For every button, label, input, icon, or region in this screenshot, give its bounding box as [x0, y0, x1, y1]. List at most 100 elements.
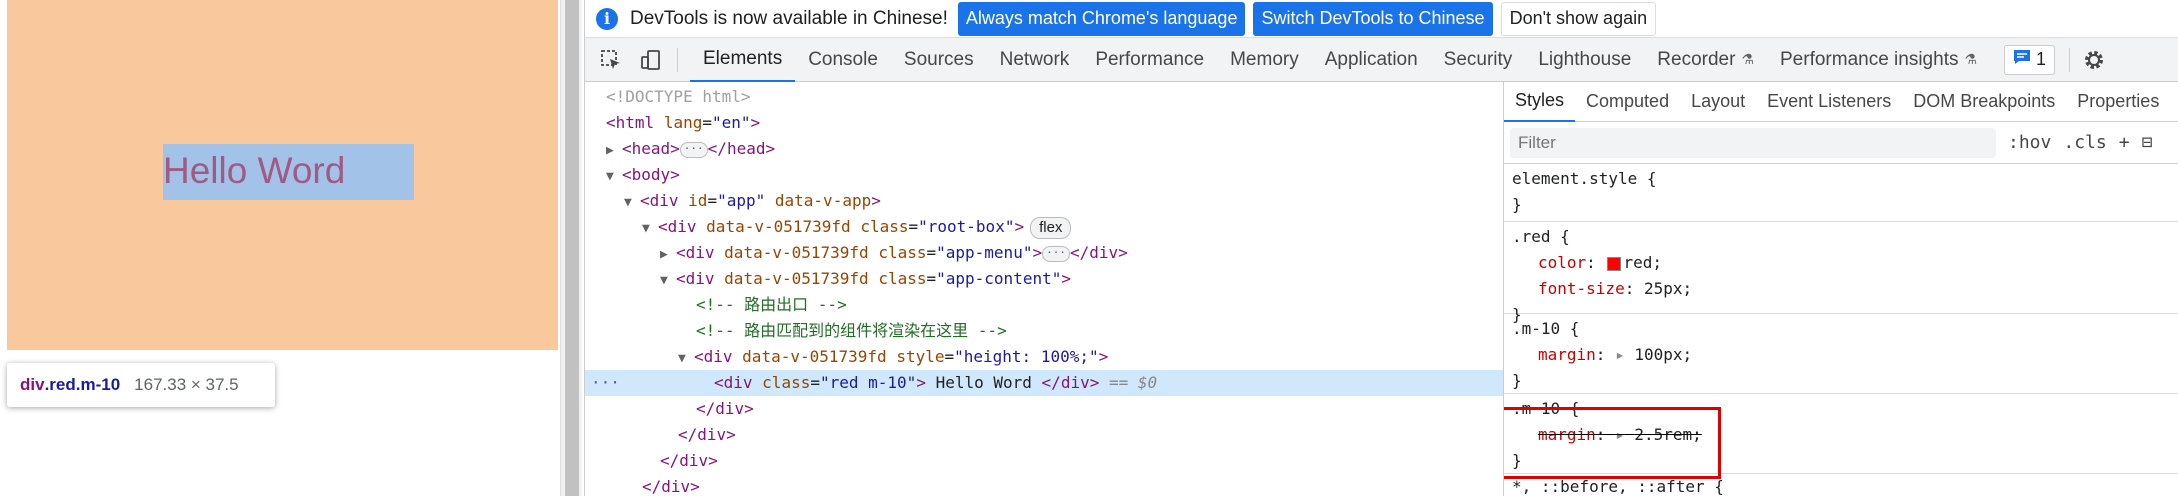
- inspect-element-icon[interactable]: [597, 46, 625, 74]
- dom-node-app-content[interactable]: ▼ <div data-v-051739fd class="app-content…: [585, 266, 1503, 292]
- expand-triangle-icon[interactable]: ▶: [606, 138, 622, 164]
- new-rule-button[interactable]: +: [2119, 132, 2130, 153]
- color-swatch[interactable]: [1607, 256, 1622, 271]
- subtab-dom-breakpoints[interactable]: DOM Breakpoints: [1902, 82, 2066, 122]
- dom-node-comment[interactable]: <!-- 路由出口 -->: [585, 292, 1503, 318]
- dom-node-app-menu[interactable]: ▶ <div data-v-051739fd class="app-menu"> ·…: [585, 240, 1503, 266]
- node-actions-dots[interactable]: ···: [591, 370, 620, 396]
- tab-application[interactable]: Application: [1312, 38, 1431, 82]
- info-icon: i: [596, 7, 618, 30]
- match-language-button[interactable]: Always match Chrome's language: [957, 1, 1246, 36]
- rule-element-style[interactable]: element.style { }: [1504, 164, 2178, 222]
- flex-badge[interactable]: flex: [1030, 217, 1072, 239]
- tab-performance-insights-label: Performance insights: [1780, 48, 1959, 70]
- div-tag: <div: [676, 243, 715, 262]
- tab-sources[interactable]: Sources: [891, 38, 987, 82]
- html-tag: <html: [606, 113, 655, 132]
- rule-m10-active[interactable]: .m-10 { margin: ▸ 100px; }: [1504, 314, 2178, 394]
- dom-node-comment[interactable]: <!-- 路由匹配到的组件将渲染在这里 -->: [585, 318, 1503, 344]
- dom-node-root-box[interactable]: ▼ <div data-v-051739fd class="root-box"> f…: [585, 214, 1503, 240]
- prop-value: 25px;: [1643, 279, 1693, 298]
- screen: Hello Word div .red.m-10 167.33 × 37.5 i …: [0, 0, 2178, 496]
- dom-node-close[interactable]: </div>: [585, 474, 1503, 496]
- subtab-computed[interactable]: Computed: [1575, 82, 1680, 122]
- attr-name: style: [896, 347, 945, 366]
- tab-memory[interactable]: Memory: [1217, 38, 1312, 82]
- hover-state-button[interactable]: :hov: [2008, 132, 2051, 153]
- settings-gear-icon[interactable]: [2080, 46, 2108, 74]
- tab-security[interactable]: Security: [1431, 38, 1526, 82]
- subtab-styles[interactable]: Styles: [1504, 82, 1576, 122]
- computed-toggle-icon[interactable]: ⊟: [2142, 132, 2153, 153]
- expand-triangle-icon[interactable]: ▸: [1615, 345, 1625, 364]
- tab-performance[interactable]: Performance: [1082, 38, 1217, 82]
- collapsed-ellipsis[interactable]: ···: [1042, 245, 1070, 262]
- collapse-triangle-icon[interactable]: ▼: [606, 164, 622, 190]
- tab-recorder[interactable]: Recorder ⚗: [1644, 38, 1767, 82]
- styles-subtabs: Styles Computed Layout Event Listeners D…: [1504, 82, 2178, 122]
- node-text: Hello Word: [925, 373, 1042, 392]
- dom-node-body[interactable]: ▼ <body>: [585, 162, 1503, 188]
- collapse-triangle-icon[interactable]: ▼: [660, 268, 676, 294]
- styles-filter-bar: :hov .cls + ⊟: [1504, 122, 2178, 164]
- collapse-triangle-icon[interactable]: ▼: [624, 190, 640, 216]
- attr-name: data-v-051739fd: [706, 217, 851, 236]
- dont-show-again-button[interactable]: Don't show again: [1500, 1, 1657, 36]
- dom-node-doctype[interactable]: <!DOCTYPE html>: [585, 84, 1503, 110]
- switch-language-button[interactable]: Switch DevTools to Chinese: [1253, 1, 1493, 36]
- div-tag: <div: [676, 269, 715, 288]
- comment-text: <!-- 路由出口 -->: [696, 295, 847, 314]
- page-scrollbar[interactable]: [560, 0, 582, 496]
- hello-text: Hello Word: [163, 150, 346, 191]
- tooltip-classes: .red.m-10: [44, 375, 121, 394]
- issues-button[interactable]: 1: [2004, 44, 2056, 75]
- subtab-layout[interactable]: Layout: [1680, 82, 1756, 122]
- prop-color[interactable]: color: red;: [1512, 250, 2178, 276]
- prop-value: red;: [1623, 253, 1662, 272]
- attr-value: "app": [717, 191, 766, 210]
- tab-console[interactable]: Console: [795, 38, 891, 82]
- tab-network[interactable]: Network: [987, 38, 1083, 82]
- dom-node-close[interactable]: </div>: [585, 396, 1503, 422]
- dom-node-head[interactable]: ▶ <head> ··· </head>: [585, 136, 1503, 162]
- class-toggle-button[interactable]: .cls: [2063, 132, 2106, 153]
- collapsed-ellipsis[interactable]: ···: [679, 141, 708, 158]
- elements-dom-tree[interactable]: <!DOCTYPE html> <html lang="en"> ▶ <head>…: [585, 82, 1503, 496]
- collapse-triangle-icon[interactable]: ▼: [642, 216, 658, 242]
- dom-node-close[interactable]: </div>: [585, 448, 1503, 474]
- collapse-triangle-icon[interactable]: ▼: [678, 346, 694, 372]
- attr-name: class: [762, 373, 811, 392]
- dom-node-html[interactable]: <html lang="en">: [585, 110, 1503, 136]
- attr-name: id: [688, 191, 708, 210]
- attr-name: class: [860, 217, 909, 236]
- rule-red[interactable]: .red { color: red; font-size: 25px; }: [1504, 222, 2178, 324]
- tab-elements[interactable]: Elements: [690, 38, 796, 82]
- console-ref: == $0: [1108, 373, 1158, 392]
- dom-node-selected[interactable]: ··· <div class="red m-10"> Hello Word </…: [585, 370, 1503, 396]
- dom-node-router-wrapper[interactable]: ▼ <div data-v-051739fd style="height: 100…: [585, 344, 1503, 370]
- div-close-tag: </div>: [696, 399, 754, 418]
- tab-lighthouse[interactable]: Lighthouse: [1525, 38, 1644, 82]
- hello-box-highlight[interactable]: Hello Word: [163, 144, 414, 200]
- styles-filter-input[interactable]: [1510, 127, 1996, 158]
- rule-selector: .m-10 {: [1512, 319, 1580, 338]
- subtab-properties[interactable]: Properties: [2066, 82, 2170, 122]
- attr-value: "red m-10": [819, 373, 917, 392]
- attr-value: "root-box": [918, 217, 1015, 236]
- page-scrollbar-thumb[interactable]: [565, 0, 579, 496]
- prop-value: 100px;: [1634, 345, 1693, 364]
- tab-performance-insights[interactable]: Performance insights ⚗: [1767, 38, 1990, 82]
- prop-font-size[interactable]: font-size: 25px;: [1512, 276, 2178, 302]
- attr-name: class: [878, 243, 927, 262]
- dom-node-close[interactable]: </div>: [585, 422, 1503, 448]
- page-viewport: Hello Word div .red.m-10 167.33 × 37.5: [0, 0, 560, 496]
- inspect-tooltip: div .red.m-10 167.33 × 37.5: [7, 363, 275, 407]
- div-close-tag: </div>: [1041, 373, 1100, 392]
- device-toolbar-icon[interactable]: [637, 46, 665, 74]
- app-content-area[interactable]: Hello Word: [7, 0, 558, 350]
- dom-node-app[interactable]: ▼ <div id="app" data-v-app>: [585, 188, 1503, 214]
- rule-selector: .red {: [1512, 227, 1570, 246]
- expand-triangle-icon[interactable]: ▶: [660, 242, 676, 268]
- prop-margin[interactable]: margin: ▸ 100px;: [1512, 342, 2178, 368]
- subtab-event-listeners[interactable]: Event Listeners: [1756, 82, 1902, 122]
